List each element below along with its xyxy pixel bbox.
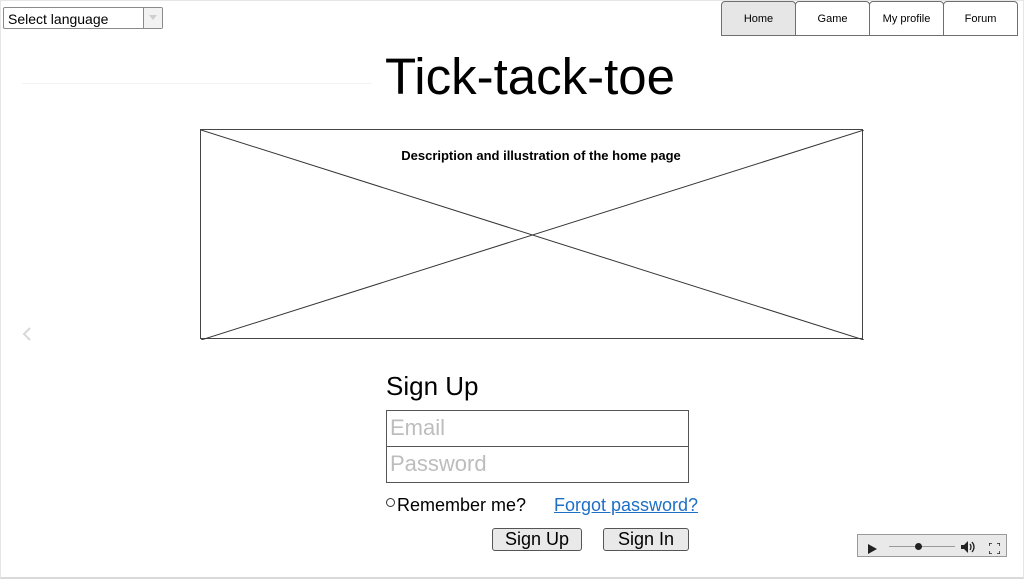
tab-game[interactable]: Game — [795, 1, 870, 36]
tab-my-profile[interactable]: My profile — [869, 1, 944, 36]
hero-image-placeholder: Description and illustration of the home… — [200, 129, 864, 340]
progress-knob[interactable] — [915, 543, 923, 550]
language-select[interactable]: Select language — [3, 7, 163, 29]
sign-up-button[interactable]: Sign Up — [492, 528, 582, 551]
chevron-left-icon[interactable] — [20, 323, 34, 350]
fullscreen-icon[interactable] — [988, 541, 1001, 559]
language-select-value: Select language — [8, 11, 109, 27]
remember-me[interactable]: Remember me? — [386, 495, 526, 516]
main-nav: Home Game My profile Forum — [721, 1, 1018, 37]
page-title: Tick-tack-toe — [385, 48, 675, 105]
remember-me-radio[interactable] — [386, 498, 395, 507]
tab-home[interactable]: Home — [721, 1, 796, 36]
forgot-password-link[interactable]: Forgot password? — [554, 495, 698, 516]
password-field[interactable] — [386, 446, 689, 483]
volume-icon[interactable] — [961, 540, 977, 558]
media-player — [857, 534, 1007, 557]
chevron-down-icon[interactable] — [143, 8, 162, 28]
tab-forum[interactable]: Forum — [943, 1, 1018, 36]
password-input[interactable] — [387, 447, 680, 480]
play-icon[interactable] — [868, 541, 877, 559]
email-input[interactable] — [387, 411, 680, 444]
email-field[interactable] — [386, 410, 689, 447]
sign-in-button[interactable]: Sign In — [603, 528, 689, 551]
signup-title: Sign Up — [386, 371, 479, 401]
hero-caption: Description and illustration of the home… — [401, 148, 681, 163]
remember-me-label: Remember me? — [397, 495, 527, 515]
